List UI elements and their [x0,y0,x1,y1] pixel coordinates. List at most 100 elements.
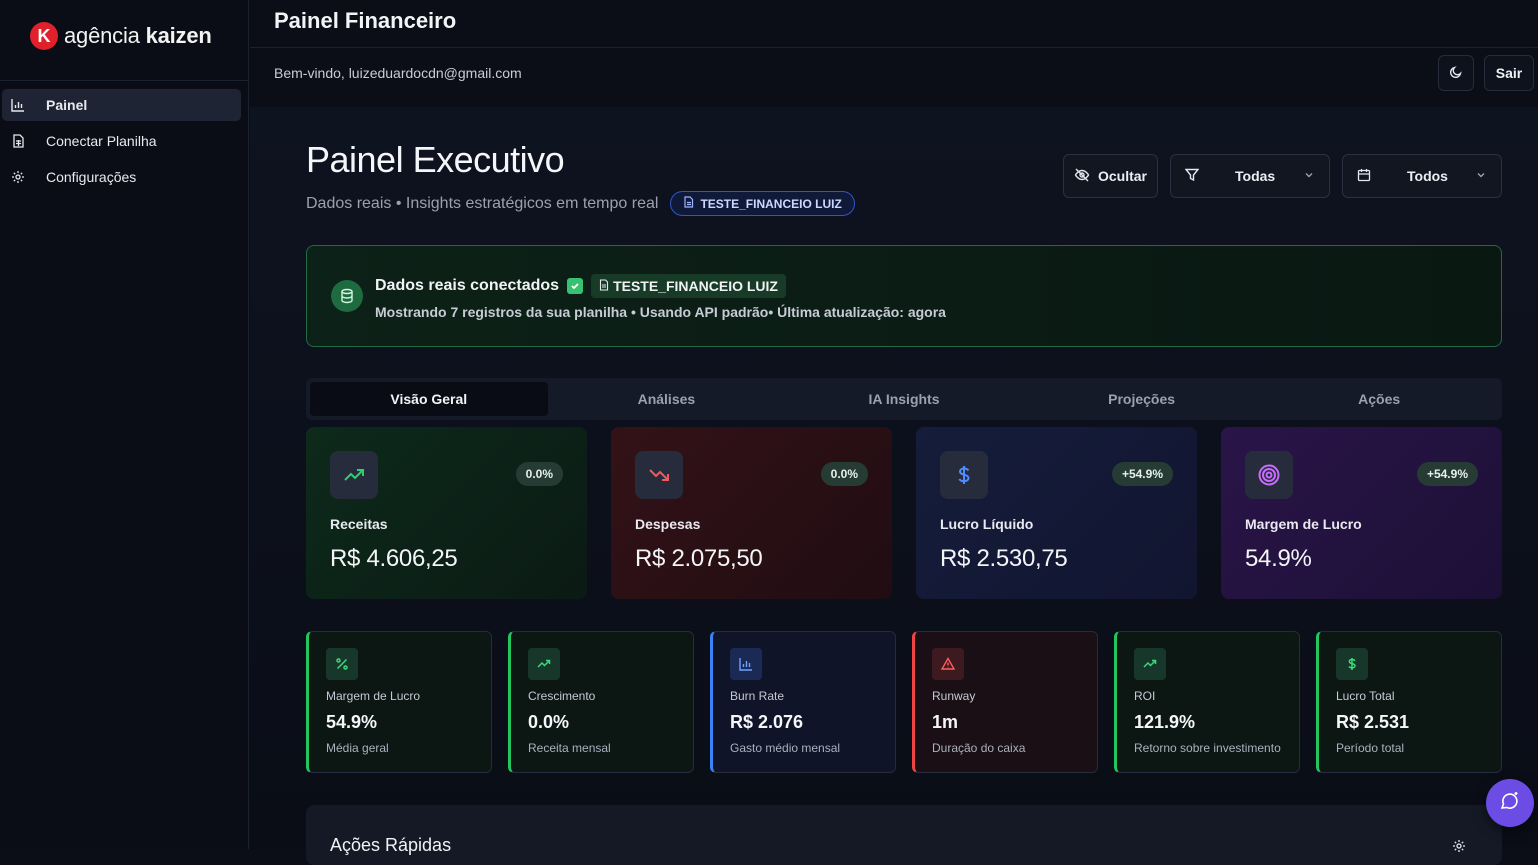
kpi-label: Margem de Lucro [1245,516,1362,532]
moon-icon [1449,65,1463,82]
chat-assistant-button[interactable] [1486,779,1534,827]
sidebar-item-label: Painel [46,97,88,113]
metric-card-roi[interactable]: ROI 121.9% Retorno sobre investimento [1114,631,1300,773]
metric-value: 54.9% [326,712,378,732]
sidebar-item-label: Conectar Planilha [46,133,157,149]
hide-label: Ocultar [1097,168,1147,184]
connection-title-text: Dados reais conectados [375,277,560,294]
quick-actions-title: Ações Rápidas [330,835,452,855]
chat-sparkle-icon [1499,790,1521,817]
sheet-name-pill[interactable]: TESTE_FINANCEIO LUIZ [670,191,855,216]
metric-value: 0.0% [528,712,570,732]
trending-up-icon [330,451,378,499]
dollar-icon [1336,648,1368,680]
checkbox-checked-icon [567,278,584,294]
dashboard-tabs: Visão Geral Análises IA Insights Projeçõ… [306,378,1502,420]
metric-card-lucro-total[interactable]: Lucro Total R$ 2.531 Período total [1316,631,1502,773]
tab-acoes[interactable]: Ações [1260,382,1498,416]
metric-card-margem-de-lucro[interactable]: Margem de Lucro 54.9% Média geral [306,631,492,773]
connection-sheet-tag-label: TESTE_FINANCEIO LUIZ [613,278,778,294]
kpi-card-lucro-liquido[interactable]: +54.9% Lucro Líquido R$ 2.530,75 [916,427,1197,599]
trending-up-icon [1134,648,1166,680]
connection-sheet-tag: TESTE_FINANCEIO LUIZ [591,274,786,298]
metric-subtitle: Receita mensal [528,741,611,755]
kpi-change-badge: +54.9% [1416,462,1478,486]
metric-subtitle: Retorno sobre investimento [1134,741,1281,755]
kpi-value: R$ 2.530,75 [940,545,1068,572]
kpi-label: Despesas [635,516,701,532]
metric-value: 1m [932,712,959,732]
metric-card-burn-rate[interactable]: Burn Rate R$ 2.076 Gasto médio mensal [710,631,896,773]
metric-label: Runway [932,689,976,703]
tab-projecoes[interactable]: Projeções [1023,382,1261,416]
kpi-card-margem-de-lucro[interactable]: +54.9% Margem de Lucro 54.9% [1221,427,1502,599]
quick-actions-panel: Ações Rápidas [306,805,1502,865]
percent-icon [326,648,358,680]
period-filter-select[interactable]: Todos [1342,154,1502,198]
bar-chart-icon [730,648,762,680]
metric-subtitle: Duração do caixa [932,741,1026,755]
sidebar-item-label: Configurações [46,169,137,185]
warning-icon [932,648,964,680]
gear-icon [10,169,26,185]
filter-icon [1184,168,1200,185]
connection-details: Mostrando 7 registros da sua planilha • … [375,304,946,320]
metric-label: Burn Rate [730,689,785,703]
sheet-icon [683,196,694,211]
subtitle-text: Dados reais • Insights estratégicos em t… [306,194,659,212]
connection-title: Dados reais conectados TESTE_FINANCEIO L… [375,274,786,298]
executive-title: Painel Executivo [306,139,565,180]
dollar-icon [940,451,988,499]
brand-name: agência kaizen [64,23,212,48]
trending-up-icon [528,648,560,680]
welcome-row: Bem-vindo, luizeduardocdn@gmail.com Sair [250,49,1538,107]
kpi-label: Lucro Líquido [940,516,1034,532]
kpi-change-badge: 0.0% [820,462,868,486]
sidebar-divider [0,80,249,81]
tab-ia-insights[interactable]: IA Insights [785,382,1023,416]
chevron-down-icon [1475,168,1487,184]
kpi-value: R$ 4.606,25 [330,545,458,572]
sheet-icon [10,133,26,149]
sidebar-item-configuracoes[interactable]: Configurações [2,161,241,193]
metric-subtitle: Média geral [326,741,389,755]
metric-card-crescimento[interactable]: Crescimento 0.0% Receita mensal [508,631,694,773]
kpi-card-despesas[interactable]: 0.0% Despesas R$ 2.075,50 [611,427,892,599]
sidebar-item-conectar-planilha[interactable]: Conectar Planilha [2,125,241,157]
brand-logo[interactable]: K agência kaizen [30,22,212,50]
metric-label: Margem de Lucro [326,689,421,703]
top-bar: Painel Financeiro [250,0,1538,48]
kpi-label: Receitas [330,516,388,532]
kpi-card-receitas[interactable]: 0.0% Receitas R$ 4.606,25 [306,427,587,599]
trending-down-icon [635,451,683,499]
hide-values-button[interactable]: Ocultar [1063,154,1158,198]
category-filter-value: Todas [1235,168,1276,184]
metric-value: R$ 2.076 [730,712,804,732]
sidebar-nav: Painel Conectar Planilha Configurações [0,89,249,197]
metric-value: 121.9% [1134,712,1196,732]
metric-label: Crescimento [528,689,596,703]
chevron-down-icon [1303,168,1315,184]
main-content: Painel Executivo Dados reais • Insights … [250,107,1538,865]
metric-subtitle: Gasto médio mensal [730,741,841,755]
calendar-icon [1357,168,1371,185]
sheet-pill-label: TESTE_FINANCEIO LUIZ [700,196,842,211]
tab-visao-geral[interactable]: Visão Geral [310,382,548,416]
tab-analises[interactable]: Análises [548,382,786,416]
category-filter-select[interactable]: Todas [1170,154,1330,198]
sheet-icon [599,278,609,294]
metric-value: R$ 2.531 [1336,712,1410,732]
logout-button[interactable]: Sair [1484,55,1534,91]
database-icon [331,280,363,312]
executive-subtitle: Dados reais • Insights estratégicos em t… [306,191,855,216]
metric-card-runway[interactable]: Runway 1m Duração do caixa [912,631,1098,773]
metric-subtitle: Período total [1336,741,1405,755]
target-icon [1245,451,1293,499]
kpi-value: 54.9% [1245,545,1312,572]
sidebar-item-painel[interactable]: Painel [2,89,241,121]
data-connection-banner: Dados reais conectados TESTE_FINANCEIO L… [306,245,1502,347]
kpi-value: R$ 2.075,50 [635,545,763,572]
bar-chart-icon [10,97,26,113]
theme-toggle-button[interactable] [1438,55,1474,91]
kpi-change-badge: 0.0% [515,462,563,486]
